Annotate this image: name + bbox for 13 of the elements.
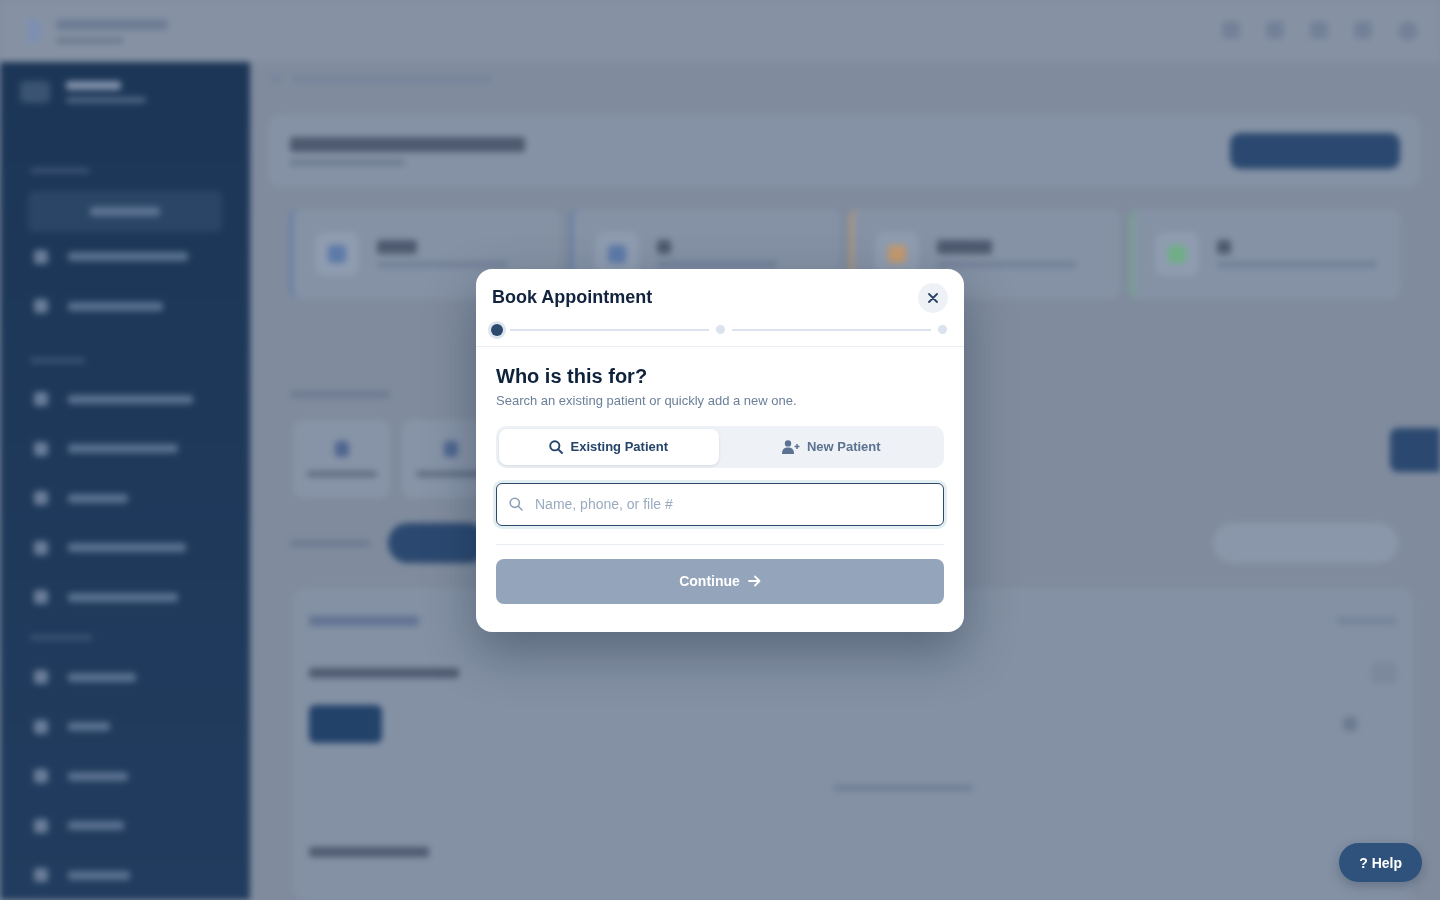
- help-button[interactable]: ? Help: [1339, 843, 1422, 882]
- search-field[interactable]: Name, phone, or file #: [496, 482, 944, 526]
- dialog-subtitle: Search an existing patient or quickly add a new one.: [496, 392, 798, 409]
- arrow-right-icon: [747, 575, 761, 587]
- close-button[interactable]: [918, 282, 948, 313]
- dialog-heading: Who is this for?: [496, 363, 649, 388]
- dialog-title: Book Appointment: [492, 287, 653, 308]
- close-icon: [928, 292, 938, 303]
- tab[interactable]: New Patient: [721, 428, 941, 465]
- tab[interactable]: Existing Patient: [499, 428, 719, 465]
- search-icon: [549, 439, 564, 454]
- add-user-icon: [781, 439, 800, 454]
- search-icon: [509, 497, 523, 511]
